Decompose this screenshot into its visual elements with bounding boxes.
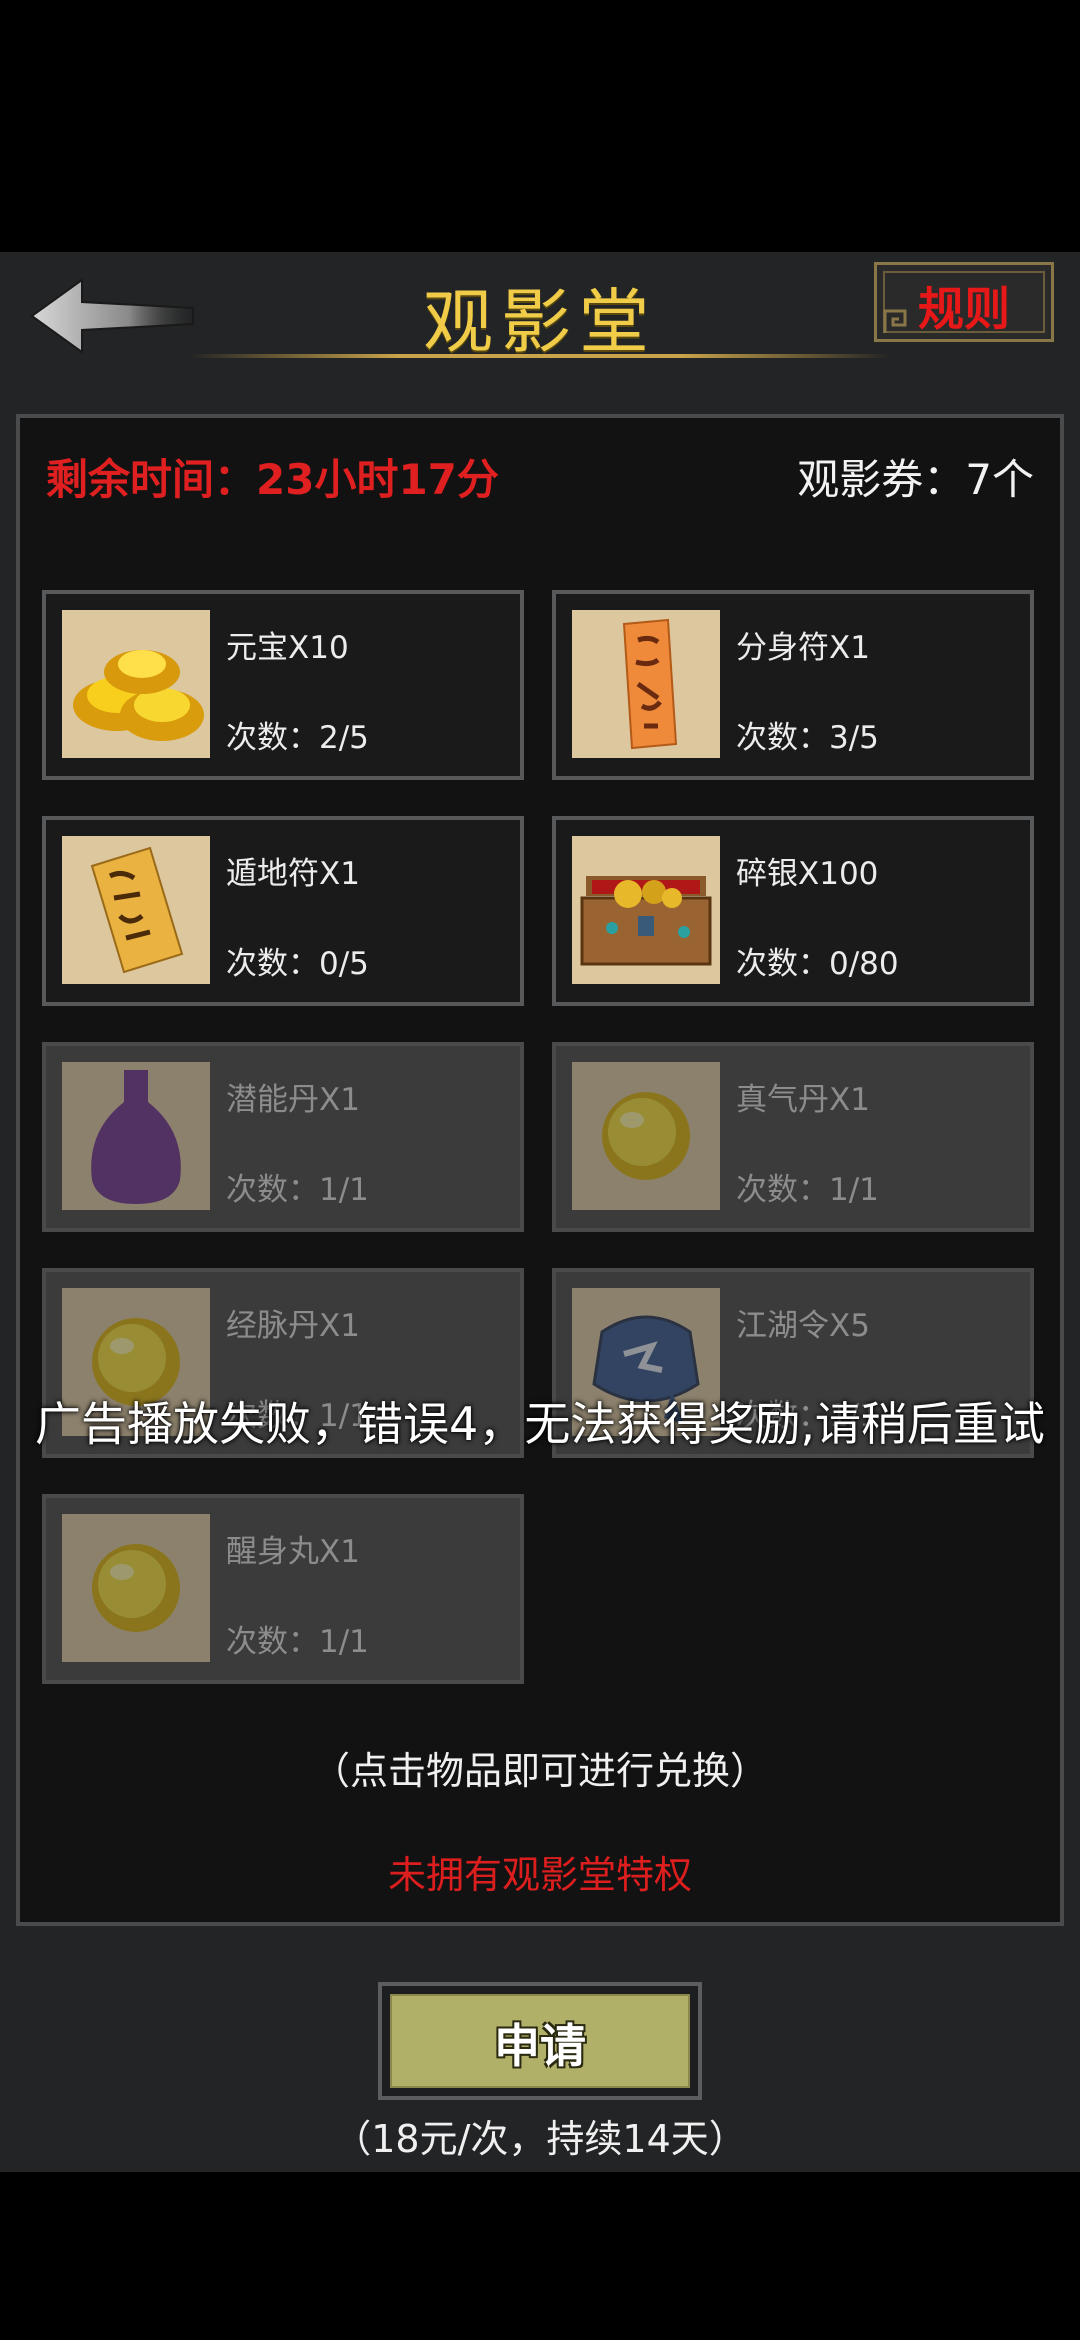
- exchange-panel: 剩余时间：23小时17分 观影券：7个 元宝X10 次数：2/5 分身符X1 次…: [16, 414, 1064, 1926]
- apply-button[interactable]: 申请: [378, 1982, 702, 2100]
- ticket-count: 观影券：7个: [797, 455, 1034, 504]
- item-count: 次数：0/5: [226, 946, 369, 982]
- item-name: 潜能丹X1: [226, 1082, 360, 1118]
- yellow-pill-icon: [572, 1062, 720, 1210]
- gold-ingot-icon: [62, 610, 210, 758]
- error-toast: 广告播放失败，错误4，无法获得奖励,请稍后重试: [35, 1397, 1045, 1451]
- item-card-earth-talisman[interactable]: 遁地符X1 次数：0/5: [42, 816, 524, 1006]
- item-count: 次数：0/80: [736, 946, 899, 982]
- item-count: 次数：1/1: [226, 1624, 369, 1660]
- item-card-silver[interactable]: 碎银X100 次数：0/80: [552, 816, 1034, 1006]
- item-card-clone-talisman[interactable]: 分身符X1 次数：3/5: [552, 590, 1034, 780]
- title-underline: [190, 354, 890, 358]
- yellow-pill-icon: [62, 1514, 210, 1662]
- item-card-awaken-pill[interactable]: 醒身丸X1 次数：1/1: [42, 1494, 524, 1684]
- apply-button-face: 申请: [390, 1994, 690, 2088]
- item-card-potential-pill[interactable]: 潜能丹X1 次数：1/1: [42, 1042, 524, 1232]
- app-screen: 观影堂 规则 剩余时间：23小时17分 观影券：7个 元宝X10 次数：2/5 …: [0, 252, 1080, 2172]
- item-count: 次数：1/1: [226, 1172, 369, 1208]
- rules-button[interactable]: 规则: [874, 262, 1054, 342]
- item-name: 醒身丸X1: [226, 1534, 360, 1570]
- item-count: 次数：3/5: [736, 720, 879, 756]
- item-name: 经脉丹X1: [226, 1308, 360, 1344]
- item-name: 碎银X100: [736, 856, 879, 892]
- potion-bottle-icon: [62, 1062, 210, 1210]
- exchange-hint: （点击物品即可进行兑换）: [311, 1749, 768, 1793]
- earth-escape-talisman-icon: [62, 836, 210, 984]
- item-count: 次数：1/1: [736, 1172, 879, 1208]
- item-name: 真气丹X1: [736, 1082, 870, 1118]
- item-card-qi-pill[interactable]: 真气丹X1 次数：1/1: [552, 1042, 1034, 1232]
- item-name: 江湖令X5: [736, 1308, 870, 1344]
- clone-talisman-icon: [572, 610, 720, 758]
- item-name: 元宝X10: [226, 630, 349, 666]
- price-note: （18元/次，持续14天）: [333, 2117, 747, 2161]
- item-name: 分身符X1: [736, 630, 870, 666]
- item-count: 次数：2/5: [226, 720, 369, 756]
- rules-button-label: 规则: [918, 282, 1010, 336]
- privilege-notice: 未拥有观影堂特权: [387, 1853, 692, 1897]
- treasure-chest-icon: [572, 836, 720, 984]
- apply-button-label: 申请: [494, 2019, 586, 2073]
- remaining-time: 剩余时间：23小时17分: [46, 455, 499, 504]
- item-card-yuanbao[interactable]: 元宝X10 次数：2/5: [42, 590, 524, 780]
- item-name: 遁地符X1: [226, 856, 360, 892]
